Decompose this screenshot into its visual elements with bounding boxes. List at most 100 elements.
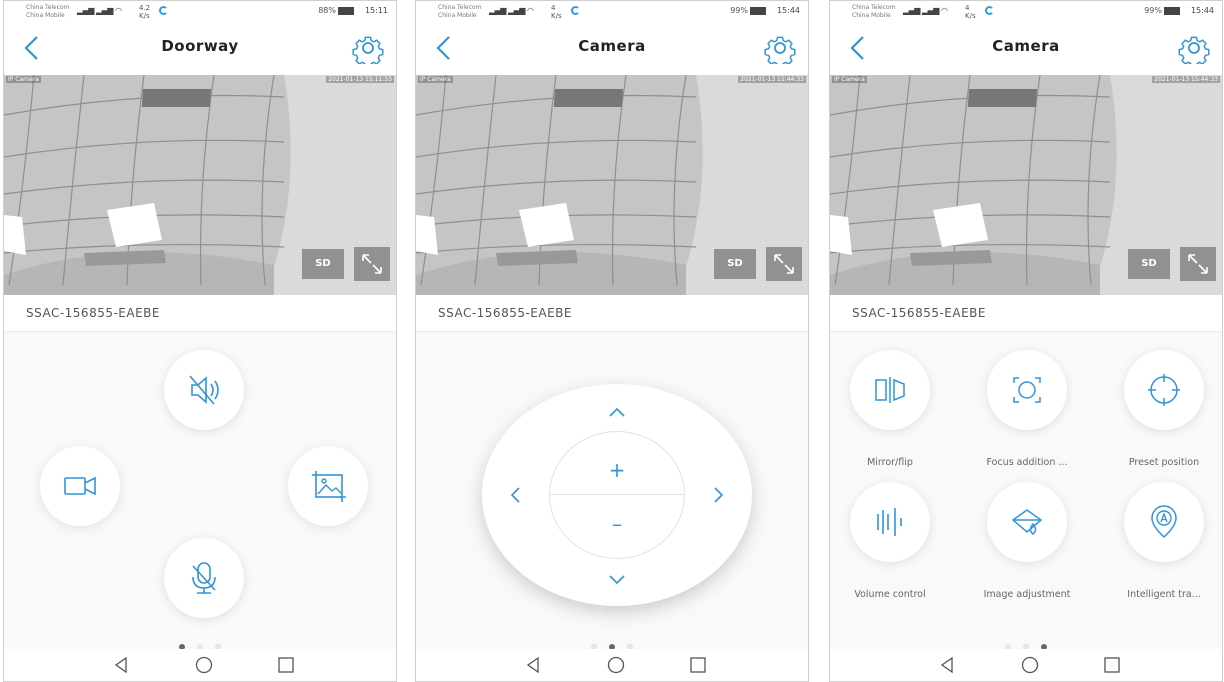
battery: 88% xyxy=(318,6,356,15)
settings-button[interactable] xyxy=(352,32,384,68)
system-nav-bar xyxy=(830,649,1222,681)
light-panel xyxy=(933,203,988,247)
battery-percent: 99% xyxy=(730,6,748,15)
air-vent xyxy=(141,89,212,107)
camera-video-feed[interactable]: IP Camera 2021-01-13 15:11:53 SD xyxy=(4,75,396,295)
zoom-in-button[interactable]: + xyxy=(602,460,632,480)
device-name: SSAC-156855-EAEBE xyxy=(26,306,160,320)
battery-percent: 88% xyxy=(318,6,336,15)
control-panel xyxy=(4,332,396,652)
snapshot-button[interactable] xyxy=(288,446,368,526)
intelligent-tracking-button[interactable]: Intelligent tra... xyxy=(1122,482,1206,600)
nav-back-button[interactable] xyxy=(524,655,544,675)
triangle-back-icon xyxy=(526,656,539,674)
device-name: SSAC-156855-EAEBE xyxy=(852,306,986,320)
nav-back-button[interactable] xyxy=(938,655,958,675)
page-indicator xyxy=(416,635,808,650)
feature-label: Image adjustment xyxy=(983,589,1071,600)
volume-control-button[interactable]: Volume control xyxy=(848,482,932,600)
feature-circle xyxy=(850,350,930,430)
feature-label: Preset position xyxy=(1128,457,1200,468)
mirror-flip-button[interactable]: Mirror/flip xyxy=(848,350,932,468)
pan-left-button[interactable] xyxy=(502,481,530,509)
fullscreen-button[interactable] xyxy=(354,247,390,281)
phone-screen-3: China Telecom China Mobile ▂▄▆ ▂▄▆ ◠ 4 K/s… xyxy=(829,0,1223,682)
video-timestamp: 2021-01-13 15:44:33 xyxy=(1152,76,1220,83)
carrier-names: China Telecom China Mobile xyxy=(852,4,896,20)
circle-home-icon xyxy=(1021,656,1039,674)
carrier-1: China Telecom xyxy=(852,4,896,11)
carrier-1: China Telecom xyxy=(438,4,482,11)
light-panel xyxy=(107,203,162,247)
sd-quality-button[interactable]: SD xyxy=(1128,249,1170,279)
sound-bars-icon xyxy=(877,508,902,536)
zoom-ring xyxy=(549,431,685,559)
sync-icon xyxy=(985,6,994,15)
pan-down-button[interactable] xyxy=(603,566,631,594)
pan-right-button[interactable] xyxy=(704,481,732,509)
status-bar: China Telecom China Mobile ▂▄▆ ▂▄▆ ◠ 4 K/s… xyxy=(416,1,808,23)
settings-button[interactable] xyxy=(764,32,796,68)
square-recents-icon xyxy=(278,657,294,673)
nav-home-button[interactable] xyxy=(194,655,214,675)
signal-icon: ▂▄▆ ▂▄▆ ◠ xyxy=(903,6,948,15)
tracking-pin-icon xyxy=(1151,505,1177,539)
feature-label: Volume control xyxy=(854,589,926,600)
zoom-out-button[interactable]: – xyxy=(602,514,632,534)
preset-position-button[interactable]: Preset position xyxy=(1122,350,1206,468)
focus-button[interactable]: Focus addition ... xyxy=(985,350,1069,468)
sd-quality-button[interactable]: SD xyxy=(302,249,344,279)
camera-video-feed[interactable]: IP Camera 2021-01-13 15:44:33 SD xyxy=(830,75,1222,295)
talk-button[interactable] xyxy=(164,538,244,618)
nav-back-button[interactable] xyxy=(112,655,132,675)
battery: 99% xyxy=(730,6,768,15)
light-panel xyxy=(519,203,574,247)
net-speed-value: 4 xyxy=(965,4,970,12)
square-recents-icon xyxy=(690,657,706,673)
feature-label: Intelligent tra... xyxy=(1127,589,1201,600)
phone-screen-1: China Telecom China Mobile ▂▄▆ ▂▄▆ ◠ 4.2 K… xyxy=(3,0,397,682)
picture-icon xyxy=(312,471,346,502)
carrier-2: China Mobile xyxy=(26,12,65,19)
net-speed-unit: K/s xyxy=(965,12,976,20)
system-nav-bar xyxy=(416,649,808,681)
ptz-control-pad[interactable]: + – xyxy=(482,384,752,606)
system-nav-bar xyxy=(4,649,396,681)
page-title: Camera xyxy=(992,37,1060,55)
nav-recents-button[interactable] xyxy=(276,655,296,675)
feature-circle xyxy=(987,482,1067,562)
fullscreen-button[interactable] xyxy=(766,247,802,281)
control-panel: + – xyxy=(416,332,808,652)
mirror-flip-icon xyxy=(875,377,905,403)
settings-button[interactable] xyxy=(1178,32,1210,68)
pan-up-button[interactable] xyxy=(603,398,631,426)
record-button[interactable] xyxy=(40,446,120,526)
feature-circle xyxy=(987,350,1067,430)
nav-recents-button[interactable] xyxy=(1102,655,1122,675)
nav-home-button[interactable] xyxy=(1020,655,1040,675)
net-speed: 4 K/s xyxy=(965,4,976,20)
sd-quality-button[interactable]: SD xyxy=(714,249,756,279)
image-adjust-icon xyxy=(1011,509,1043,535)
nav-home-button[interactable] xyxy=(606,655,626,675)
signal-icon: ▂▄▆ ▂▄▆ ◠ xyxy=(489,6,534,15)
chevron-right-icon xyxy=(714,487,724,503)
battery-percent: 99% xyxy=(1144,6,1162,15)
net-speed-unit: K/s xyxy=(551,12,562,20)
speaker-mute-icon xyxy=(189,375,219,405)
circle-home-icon xyxy=(195,656,213,674)
feature-circle xyxy=(1124,350,1204,430)
fullscreen-button[interactable] xyxy=(1180,247,1216,281)
gear-icon xyxy=(764,36,796,68)
expand-icon xyxy=(362,254,382,274)
nav-recents-button[interactable] xyxy=(688,655,708,675)
air-vent xyxy=(553,89,624,107)
camera-video-feed[interactable]: IP Camera 2021-01-13 15:44:33 SD xyxy=(416,75,808,295)
page-title: Camera xyxy=(578,37,646,55)
status-bar: China Telecom China Mobile ▂▄▆ ▂▄▆ ◠ 4.2 K… xyxy=(4,1,396,23)
mute-button[interactable] xyxy=(164,350,244,430)
page-indicator xyxy=(4,635,396,650)
image-adjustment-button[interactable]: Image adjustment xyxy=(984,482,1070,600)
expand-icon xyxy=(1188,254,1208,274)
circle-home-icon xyxy=(607,656,625,674)
